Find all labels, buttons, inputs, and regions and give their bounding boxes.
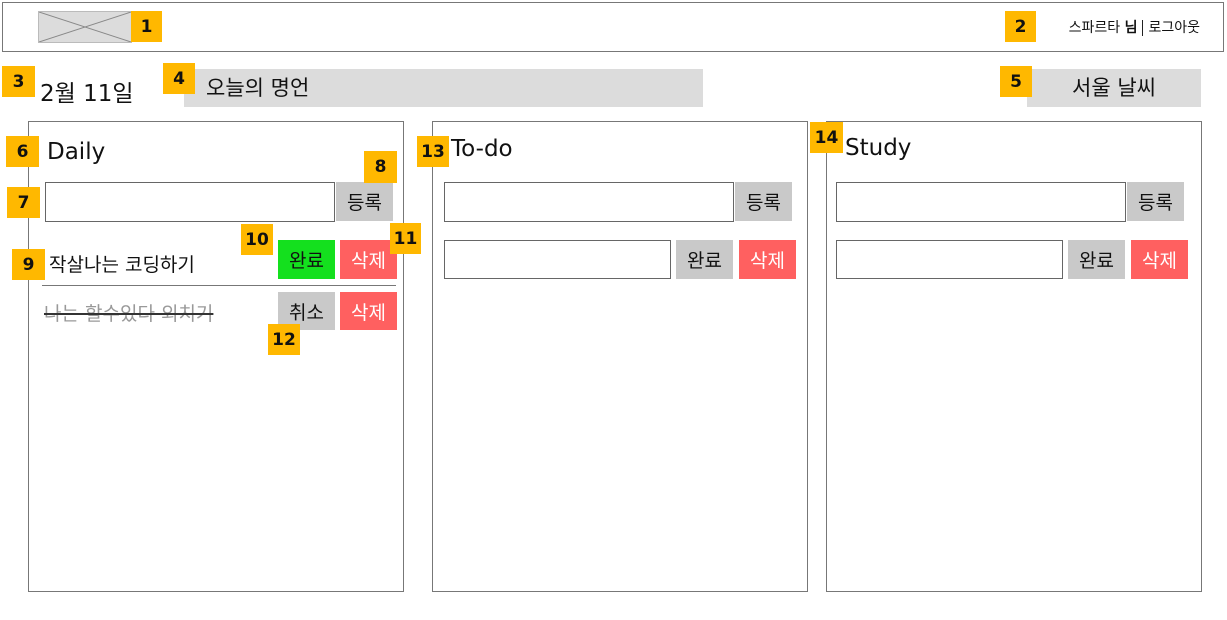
user-name: 스파르타 — [1068, 20, 1121, 36]
todo-register-button[interactable]: 등록 — [735, 182, 792, 221]
study-title: Study — [845, 135, 912, 161]
daily-delete-button[interactable]: 삭제 — [340, 292, 397, 330]
daily-complete-button[interactable]: 완료 — [278, 240, 335, 279]
study-register-button[interactable]: 등록 — [1127, 182, 1184, 221]
weather-box[interactable]: 서울 날씨 — [1027, 69, 1201, 107]
annotation-badge-5: 5 — [1000, 66, 1032, 97]
todo-title: To-do — [451, 136, 513, 162]
logout-link[interactable]: 로그아웃 — [1148, 20, 1200, 36]
user-suffix: 님 — [1124, 20, 1138, 36]
annotation-badge-2: 2 — [1005, 11, 1036, 42]
divider — [42, 285, 396, 286]
todo-input[interactable] — [444, 182, 734, 222]
study-input[interactable] — [836, 182, 1126, 222]
annotation-badge-10: 10 — [241, 224, 273, 255]
annotation-badge-1: 1 — [131, 11, 162, 42]
daily-input[interactable] — [45, 182, 335, 222]
daily-register-button[interactable]: 등록 — [336, 182, 393, 221]
date-label: 2월 11일 — [40, 81, 134, 107]
todo-delete-button[interactable]: 삭제 — [739, 240, 796, 279]
daily-item-text: 작살나는 코딩하기 — [49, 254, 195, 276]
todo-item-input[interactable] — [444, 240, 671, 279]
annotation-badge-7: 7 — [7, 187, 40, 218]
annotation-badge-14: 14 — [810, 122, 843, 153]
divider — [1142, 20, 1144, 36]
logo-placeholder[interactable] — [38, 11, 132, 43]
annotation-badge-4: 4 — [163, 63, 195, 94]
quote-box[interactable]: 오늘의 명언 — [184, 69, 703, 107]
annotation-badge-11: 11 — [390, 223, 421, 254]
user-area: 스파르타 님 로그아웃 — [1069, 17, 1200, 37]
daily-item-text-done: 나는 할수있다 외치기 — [44, 303, 214, 325]
daily-delete-button[interactable]: 삭제 — [340, 240, 397, 279]
study-delete-button[interactable]: 삭제 — [1131, 240, 1188, 279]
annotation-badge-3: 3 — [2, 66, 35, 97]
annotation-badge-6: 6 — [6, 136, 39, 167]
study-item-input[interactable] — [836, 240, 1063, 279]
daily-title: Daily — [47, 139, 106, 165]
annotation-badge-13: 13 — [417, 136, 449, 167]
annotation-badge-8: 8 — [364, 151, 397, 183]
todo-complete-button[interactable]: 완료 — [676, 240, 733, 279]
annotation-badge-9: 9 — [12, 249, 45, 280]
annotation-badge-12: 12 — [268, 324, 300, 355]
image-placeholder-icon — [38, 11, 132, 43]
study-complete-button[interactable]: 완료 — [1068, 240, 1125, 279]
page-header — [2, 2, 1224, 52]
